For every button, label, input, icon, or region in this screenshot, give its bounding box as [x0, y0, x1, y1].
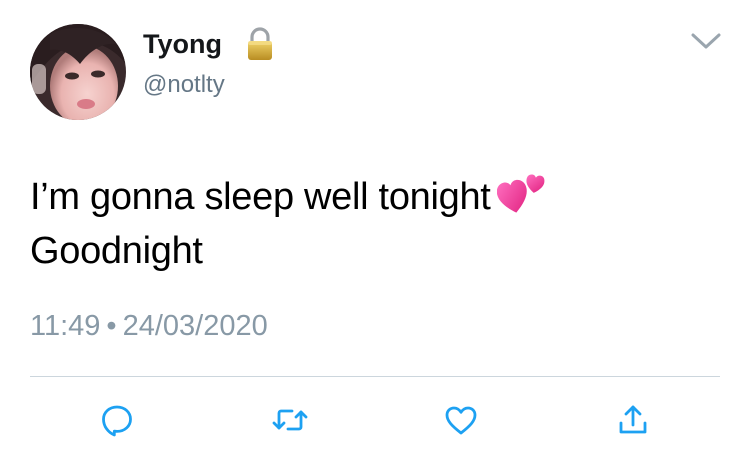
tweet-text: I’m gonna sleep well tonight Goodnight — [30, 170, 720, 278]
tweet-text-line-2: Goodnight — [30, 230, 203, 272]
two-hearts-emoji — [496, 174, 544, 213]
tweet-text-line-1-text: I’m gonna sleep well tonight — [30, 176, 491, 218]
share-icon — [619, 405, 647, 434]
lock-icon — [248, 27, 272, 60]
timestamp-separator: • — [106, 310, 117, 342]
retweet-icon — [272, 409, 308, 431]
user-handle[interactable]: @notlty — [143, 69, 225, 101]
chevron-down-icon[interactable] — [688, 27, 724, 55]
timestamp[interactable]: 11:49 • 24/03/2020 — [30, 306, 268, 346]
retweet-button[interactable] — [270, 400, 310, 440]
heart-icon — [445, 406, 477, 435]
reply-icon — [102, 405, 132, 437]
tweet-text-line-1: I’m gonna sleep well tonight — [30, 170, 720, 224]
tweet-date: 24/03/2020 — [122, 310, 268, 342]
reply-button[interactable] — [97, 400, 137, 440]
like-button[interactable] — [441, 400, 481, 440]
share-button[interactable] — [613, 400, 653, 440]
avatar-image — [30, 24, 126, 120]
divider — [30, 376, 720, 377]
display-name[interactable]: Tyong — [143, 26, 222, 62]
avatar[interactable] — [30, 24, 126, 120]
tweet-time: 11:49 — [30, 310, 101, 342]
